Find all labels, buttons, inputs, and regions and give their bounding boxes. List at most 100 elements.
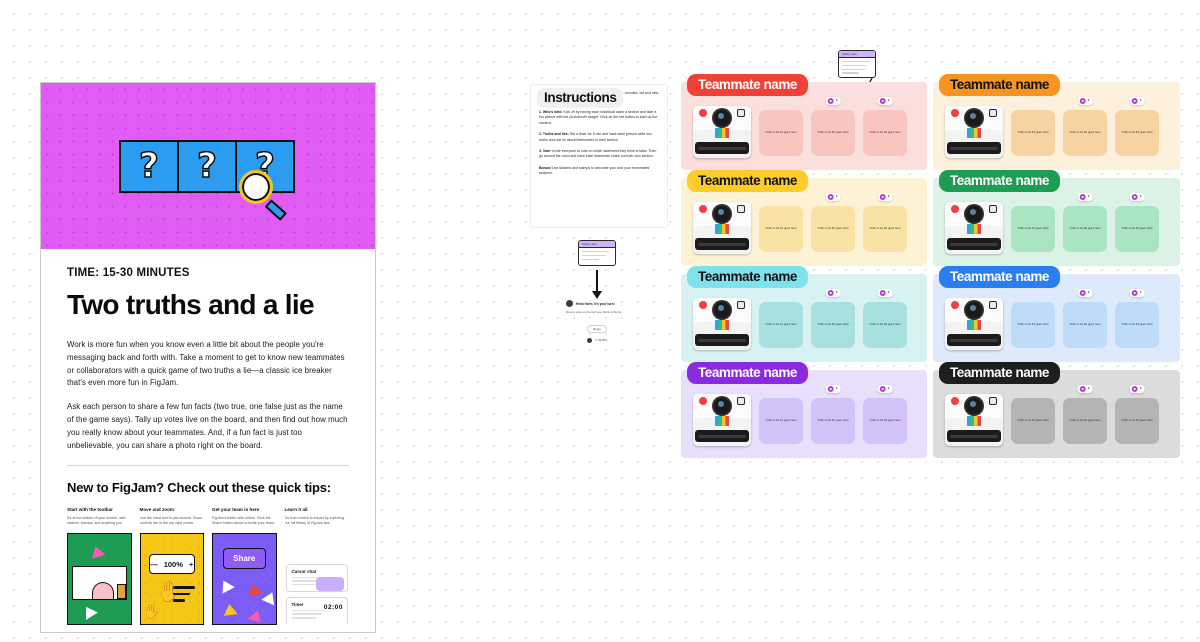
photobooth-camera-widget[interactable] bbox=[945, 390, 1003, 446]
zoom-in-icon[interactable]: + bbox=[189, 560, 193, 569]
sticky-note[interactable]: Truth or lie #3 goes here 0 bbox=[1115, 97, 1159, 156]
camera-shutter-button[interactable] bbox=[699, 397, 707, 405]
camera-shutter-button[interactable] bbox=[699, 109, 707, 117]
vote-badge[interactable]: 0 bbox=[1129, 97, 1145, 105]
comment-widget[interactable]: Hello there, it's your turn! Drop a vote… bbox=[566, 300, 628, 343]
sticky-note[interactable]: Truth or lie #1 goes here bbox=[1011, 302, 1055, 348]
vote-badge[interactable]: 0 bbox=[877, 289, 893, 297]
vote-badge[interactable]: 0 bbox=[825, 193, 841, 201]
vote-icon[interactable] bbox=[827, 194, 834, 200]
vote-icon[interactable] bbox=[827, 98, 834, 104]
sticky-note[interactable]: Truth or lie #2 goes here 0 bbox=[1063, 97, 1107, 156]
vote-icon[interactable] bbox=[1079, 290, 1086, 296]
sticky-note[interactable]: Truth or lie #3 goes here 0 bbox=[863, 97, 907, 156]
vote-icon[interactable] bbox=[879, 386, 886, 392]
sticky-note[interactable]: Truth or lie #3 goes here 0 bbox=[1115, 193, 1159, 252]
sticky-note[interactable]: Truth or lie #2 goes here 0 bbox=[1063, 193, 1107, 252]
vote-icon[interactable] bbox=[1131, 98, 1138, 104]
photobooth-camera-widget[interactable] bbox=[693, 294, 751, 350]
sticky-note[interactable]: Truth or lie #2 goes here 0 bbox=[811, 289, 855, 348]
teammate-section[interactable]: Teammate name Truth or lie #1 goes here Tr… bbox=[933, 74, 1180, 170]
vote-badge[interactable]: 0 bbox=[825, 385, 841, 393]
vote-icon[interactable] bbox=[827, 386, 834, 392]
sticky-note[interactable]: Truth or lie #3 goes here 0 bbox=[863, 193, 907, 252]
vote-icon[interactable] bbox=[879, 194, 886, 200]
teammate-section[interactable]: Teammate name Truth or lie #1 goes here Tr… bbox=[933, 362, 1180, 458]
teammate-section[interactable]: Teammate name Truth or lie #1 goes here Tr… bbox=[933, 170, 1180, 266]
teammate-name-label[interactable]: Teammate name bbox=[939, 362, 1060, 384]
tip-share[interactable]: Get your team in here FigJam's better wi… bbox=[212, 507, 277, 626]
photobooth-camera-widget[interactable] bbox=[693, 102, 751, 158]
sticky-note[interactable]: Truth or lie #3 goes here 0 bbox=[1115, 289, 1159, 348]
vote-badge[interactable]: 0 bbox=[877, 193, 893, 201]
teammate-section[interactable]: Teammate name Truth or lie #1 goes here Tr… bbox=[681, 74, 927, 170]
instructions-section[interactable]: Instructions ...minutes, old and new. 1.… bbox=[530, 84, 668, 228]
tip-learn-it-all[interactable]: Learn it all Go from novice to expert by… bbox=[284, 507, 349, 626]
vote-badge[interactable]: 0 bbox=[877, 97, 893, 105]
teammate-name-label[interactable]: Teammate name bbox=[687, 362, 808, 384]
camera-shutter-button[interactable] bbox=[951, 109, 959, 117]
teammate-name-label[interactable]: Teammate name bbox=[687, 74, 808, 96]
vote-icon[interactable] bbox=[879, 290, 886, 296]
sticky-note[interactable]: Truth or lie #1 goes here bbox=[759, 206, 803, 252]
teammate-section[interactable]: Teammate name Truth or lie #1 goes here Tr… bbox=[933, 266, 1180, 362]
camera-shutter-button[interactable] bbox=[699, 205, 707, 213]
vote-icon[interactable] bbox=[1131, 194, 1138, 200]
vote-icon[interactable] bbox=[1079, 194, 1086, 200]
zoom-out-icon[interactable]: — bbox=[150, 560, 158, 569]
sticky-note[interactable]: Truth or lie #2 goes here 0 bbox=[1063, 385, 1107, 444]
template-card[interactable]: ? ? ? TIME: 15-30 MINUTES Two truths and… bbox=[40, 82, 376, 633]
comment-reply-button[interactable]: Reply bbox=[587, 324, 607, 333]
vote-badge[interactable]: 0 bbox=[1129, 385, 1145, 393]
sticky-note[interactable]: Truth or lie #1 goes here bbox=[1011, 398, 1055, 444]
sticky-note[interactable]: Truth or lie #2 goes here 0 bbox=[811, 385, 855, 444]
vote-badge[interactable]: 0 bbox=[877, 385, 893, 393]
photobooth-camera-widget[interactable] bbox=[693, 390, 751, 446]
teammate-name-label[interactable]: Teammate name bbox=[939, 74, 1060, 96]
camera-shutter-button[interactable] bbox=[951, 205, 959, 213]
vote-badge[interactable]: 0 bbox=[1077, 193, 1093, 201]
teammate-section[interactable]: Teammate name Truth or lie #1 goes here Tr… bbox=[681, 170, 927, 266]
timer-panel[interactable]: Timer 02:00 bbox=[285, 597, 348, 625]
photobooth-camera-widget[interactable] bbox=[945, 198, 1003, 254]
teammate-name-label[interactable]: Teammate name bbox=[939, 170, 1060, 192]
photobooth-camera-widget[interactable] bbox=[693, 198, 751, 254]
teammate-name-label[interactable]: Teammate name bbox=[687, 170, 808, 192]
teammate-name-label[interactable]: Teammate name bbox=[939, 266, 1060, 288]
sticky-note[interactable]: Truth or lie #1 goes here bbox=[1011, 206, 1055, 252]
vote-badge[interactable]: 0 bbox=[1077, 289, 1093, 297]
tip-move-zoom[interactable]: Move and zoom Use the hand tool to pan a… bbox=[139, 507, 204, 626]
vote-icon[interactable] bbox=[1131, 290, 1138, 296]
vote-icon[interactable] bbox=[827, 290, 834, 296]
vote-icon[interactable] bbox=[879, 98, 886, 104]
photobooth-camera-widget[interactable] bbox=[945, 102, 1003, 158]
figjam-canvas[interactable]: ? ? ? TIME: 15-30 MINUTES Two truths and… bbox=[0, 0, 1200, 642]
vote-icon[interactable] bbox=[1131, 386, 1138, 392]
vote-badge[interactable]: 0 bbox=[825, 289, 841, 297]
vote-icon[interactable] bbox=[1079, 386, 1086, 392]
sticky-note[interactable]: Truth or lie #3 goes here 0 bbox=[1115, 385, 1159, 444]
sticky-note[interactable]: Truth or lie #1 goes here bbox=[759, 398, 803, 444]
photobooth-camera-widget[interactable] bbox=[945, 294, 1003, 350]
sticky-note[interactable]: Truth or lie #2 goes here 0 bbox=[811, 193, 855, 252]
vote-badge[interactable]: 0 bbox=[1129, 193, 1145, 201]
camera-shutter-button[interactable] bbox=[951, 397, 959, 405]
share-button[interactable]: Share bbox=[223, 548, 266, 570]
middle-sticky-note[interactable]: Sticky note bbox=[578, 240, 616, 266]
camera-shutter-button[interactable] bbox=[951, 301, 959, 309]
vote-badge[interactable]: 0 bbox=[1077, 385, 1093, 393]
floating-sticky-note[interactable]: Sticky note bbox=[838, 50, 876, 78]
teammate-section[interactable]: Teammate name Truth or lie #1 goes here Tr… bbox=[681, 362, 927, 458]
teammate-section[interactable]: Teammate name Truth or lie #1 goes here Tr… bbox=[681, 266, 927, 362]
cursor-chat-panel[interactable]: Cursor chat bbox=[285, 564, 348, 593]
sticky-note[interactable]: Truth or lie #2 goes here 0 bbox=[811, 97, 855, 156]
vote-badge[interactable]: 0 bbox=[1129, 289, 1145, 297]
sticky-note[interactable]: Truth or lie #3 goes here 0 bbox=[863, 289, 907, 348]
sticky-note[interactable]: Truth or lie #1 goes here bbox=[759, 110, 803, 156]
zoom-control[interactable]: — 100% + bbox=[148, 554, 195, 575]
sticky-note[interactable]: Truth or lie #2 goes here 0 bbox=[1063, 289, 1107, 348]
sticky-note[interactable]: Truth or lie #1 goes here bbox=[759, 302, 803, 348]
vote-badge[interactable]: 0 bbox=[825, 97, 841, 105]
tip-toolbar[interactable]: Start with the toolbar It's at the botto… bbox=[67, 507, 132, 626]
camera-shutter-button[interactable] bbox=[699, 301, 707, 309]
